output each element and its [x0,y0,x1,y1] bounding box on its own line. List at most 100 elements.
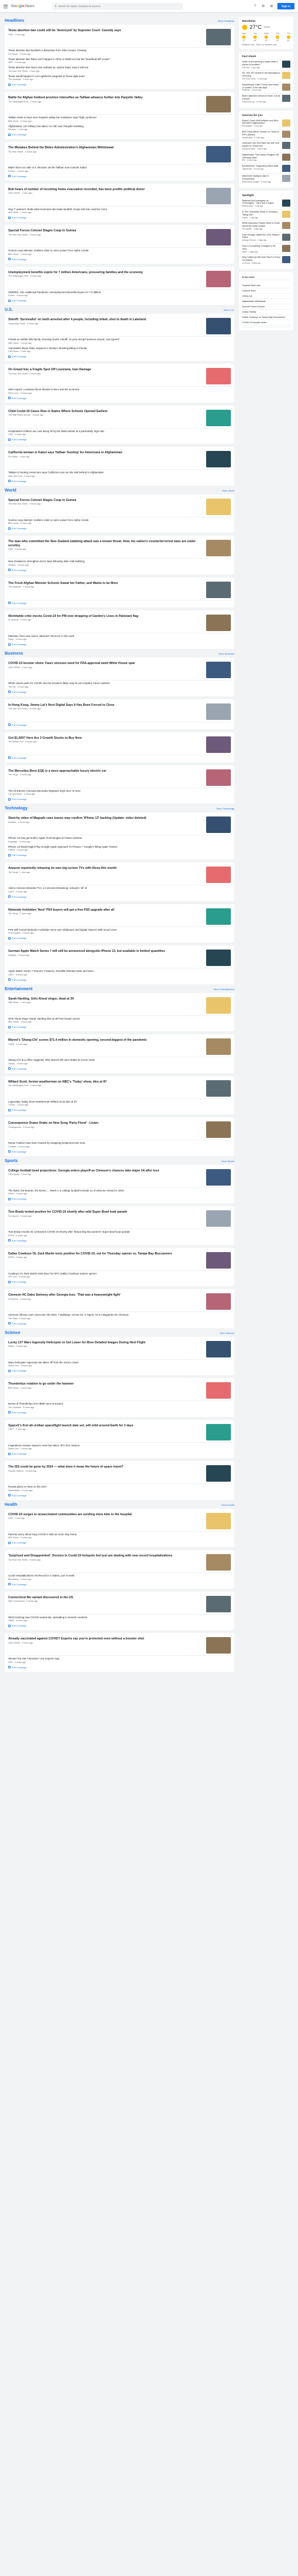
story-headline[interactable]: Special Forces Colonel Stages Coup in Gu… [8,229,203,233]
related-story[interactable]: Parents worry about long COVID in kids a… [8,1532,231,1541]
full-coverage-link[interactable]: Full Coverage [8,438,231,441]
related-story[interactable]: 'Survivalist' Bryan Riley suspects in fa… [8,346,231,354]
topic-link[interactable]: Cyclone Nora [242,288,290,294]
related-story[interactable]: Clemson offense can't overcome Ole Miss,… [8,1312,231,1321]
full-coverage-link[interactable]: Full Coverage [8,1452,231,1455]
related-headline[interactable]: Russia plans to return to the ISS? [8,1485,231,1489]
story-thumbnail[interactable] [206,581,231,598]
section-title[interactable]: World [5,489,16,493]
side-story-headline[interactable]: BER Tesla-Werk? Worker on Taxes in ISP's… [242,131,280,137]
related-story[interactable]: Texas abortion law: Bans can't happen in… [8,57,231,65]
related-headline[interactable]: Hospitalized children are now being hit … [8,430,231,433]
story-thumbnail[interactable] [206,1210,231,1227]
lead-story[interactable]: Willard Scott, former weatherman on NBC'… [8,1079,231,1099]
side-story-headline[interactable]: Matthew McConaughey on 'Greenlights', 'L… [242,200,280,205]
help-icon[interactable]: ? [253,4,257,9]
story-headline[interactable]: Unemployment benefits expire for 7 milli… [8,271,203,275]
story-headline[interactable]: The Fresh Afghan Minister Schools Sweat … [8,582,203,586]
side-story[interactable]: Hints: Does wearing a mask make it harde… [242,59,290,71]
side-story-thumbnail[interactable] [282,142,290,150]
story-thumbnail[interactable] [206,1595,231,1612]
more-section-link[interactable]: More Entertainment [214,988,234,991]
full-coverage-link[interactable]: Full Coverage [8,1025,231,1028]
related-headline[interactable]: PS5 Will Tunnel Nintendo Forbidden Nest … [8,928,231,932]
lead-story[interactable]: 'Surprised and Disappointed': Doctors in… [8,1553,231,1573]
section-title[interactable]: Entertainment [5,987,32,991]
more-section-link[interactable]: More Business [219,652,234,655]
side-story[interactable]: What Harrowed People Need to Know About … [242,221,290,233]
story-headline[interactable]: Texas abortion ban could still be 'destr… [8,29,203,33]
related-story[interactable]: Afghanistan: US military has taken 'no r… [8,124,231,132]
full-coverage-link[interactable]: Full Coverage [8,1411,231,1414]
story-thumbnail[interactable] [206,997,231,1014]
lead-story[interactable]: Thunderbys rotation to go under the hamm… [8,1381,231,1401]
story-thumbnail[interactable] [206,1252,231,1269]
related-headline[interactable]: White House push for COVID vaccine boost… [8,682,231,685]
side-story-headline[interactable]: Hints: Does wearing a mask make it harde… [242,61,280,67]
side-story[interactable]: Paper? Does Worl Inflation and Who Not s… [242,118,290,130]
lead-story[interactable]: Bolt hears of number of incoming home ev… [8,187,231,207]
related-headline[interactable]: Gay T' partners: Bolts what Hurricane-Id… [8,208,231,211]
related-story[interactable]: Texas would happen if Lori Lightfoot's p… [8,74,231,82]
related-story[interactable]: Taliban claim to have won Panjshir Valle… [8,115,231,124]
full-coverage-link[interactable]: Full Coverage [8,1322,231,1325]
full-coverage-link[interactable]: Full Coverage [8,1666,231,1669]
side-story-thumbnail[interactable] [282,210,290,218]
story-headline[interactable]: 'Surprised and Disappointed': Doctors in… [8,1554,203,1558]
related-story[interactable]: Guinea coup attempt: Soldiers claim to s… [8,517,231,526]
related-story[interactable]: Should You Get A Booster? Our Experts Sa… [8,1656,231,1665]
full-coverage-link[interactable]: Full Coverage [8,299,231,302]
story-thumbnail[interactable] [206,368,231,384]
story-headline[interactable]: Tom Brady tested positive for COVID-19 s… [8,1210,203,1214]
side-story[interactable]: BER Tesla-Werk? Worker on Taxes in ISP's… [242,130,290,141]
side-story-headline[interactable]: Paper? Does Worl Inflation and Who Not s… [242,119,280,125]
related-headline[interactable]: The All-Electric Concept Mercedes-Maybac… [8,789,231,793]
story-headline[interactable]: The ISS could be gone by 2024 — what doe… [8,1465,203,1469]
related-story[interactable]: Girls Aloud singer Sarah Harding dies at… [8,1016,231,1025]
story-thumbnail[interactable] [206,229,231,245]
story-headline[interactable]: German Apple Watch Series 7 will still b… [8,950,203,954]
side-story[interactable]: Matthew McConaughey on 'Greenlights', 'L… [242,198,290,210]
lead-story[interactable]: Special Forces Colonel Stages Coup in Gu… [8,497,231,517]
story-thumbnail[interactable] [206,816,231,833]
side-story-thumbnail[interactable] [282,165,290,172]
side-story-thumbnail[interactable] [282,130,290,138]
story-headline[interactable]: The man who committed the New Zealand st… [8,540,203,547]
full-coverage-link[interactable]: Full Coverage [8,1067,231,1070]
story-headline[interactable]: Child Covid-19 Cases Rise in States Wher… [8,410,203,414]
topic-link[interactable]: Jimmy Lai [242,294,290,299]
search-input[interactable] [58,5,181,8]
section-title[interactable]: Business [5,652,23,656]
side-story[interactable]: Mannheim startups raise in Sonnenbank Man… [242,174,290,184]
full-coverage-link[interactable]: Full Coverage [8,756,231,759]
related-headline[interactable]: Apple Watch Series 7 Rumors: Features, P… [8,970,231,973]
story-thumbnail[interactable] [206,451,231,467]
related-story[interactable]: Covid Hospitalizations Hit Record in 4 S… [8,1573,231,1582]
side-story[interactable]: Afghanistan: How many refugees will Germ… [242,152,290,164]
lead-story[interactable]: Dallas Cowboys OL Zack Martin tests posi… [8,1251,231,1271]
related-headline[interactable]: Florida ex-soldier kills family, shootin… [8,338,231,341]
full-coverage-link[interactable]: Full Coverage [8,216,231,219]
more-section-link[interactable]: More U.S. [224,308,234,311]
related-story[interactable]: iPhone 13 Model Might Play Google Apple … [8,844,231,853]
related-story[interactable]: Biden faces an oath of a 'decision' as t… [8,165,231,174]
story-headline[interactable]: Nintendo forbidden 'Nest' PS4 buyers wil… [8,908,203,912]
side-story-thumbnail[interactable] [282,245,290,253]
full-coverage-link[interactable]: Full Coverage [8,723,231,726]
lead-story[interactable]: In Hong Kong, Jimmy Lai's Next Digital S… [8,702,231,722]
story-headline[interactable]: Battle for Afghan holdout province inten… [8,96,203,100]
side-story-thumbnail[interactable] [282,95,290,102]
related-story[interactable]: The All-Electric Concept Mercedes-Maybac… [8,788,231,797]
more-section-link[interactable]: More World [222,489,234,492]
related-headline[interactable]: Kanye Fanline have been hunted by wrappi… [8,1141,231,1145]
story-thumbnail[interactable] [206,540,231,556]
story-thumbnail[interactable] [206,1512,231,1529]
story-headline[interactable]: Dallas Cowboys OL Zack Martin tests posi… [8,1252,203,1256]
side-story[interactable]: Biden attended arrival at Dover, not as … [242,94,290,104]
related-headline[interactable]: Ida's impact: Louisiana faces threats to… [8,388,231,391]
related-headline[interactable]: Should You Get A Booster? Our Experts Sa… [8,1657,231,1661]
side-story-headline[interactable]: Is The Chancellor Race in Germany Tiltin… [242,211,280,217]
full-coverage-link[interactable]: Full Coverage [8,480,231,483]
side-story[interactable]: Hurricane Ida: new flash Ida with cost i… [242,141,290,152]
full-coverage-link[interactable]: Full Coverage [8,1494,231,1497]
